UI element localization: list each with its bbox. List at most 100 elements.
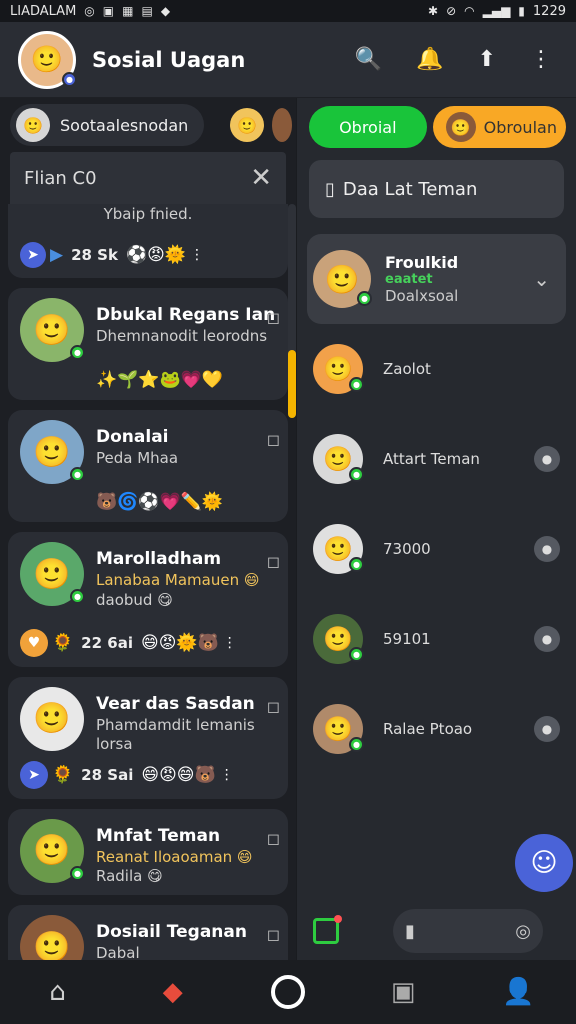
chat-avatar: 🙂 <box>20 686 84 751</box>
chat-subline: lorsa <box>96 734 133 753</box>
send-icon: ➤ <box>20 242 46 269</box>
reaction-count: 28 Sk <box>71 246 118 265</box>
profile-avatar[interactable]: 🙂 ● <box>18 30 77 89</box>
chat-item[interactable]: 🙂 ● Dbukal Regans Ian Dhemnanodit leorodn… <box>8 288 288 401</box>
status-bar: LIADALAM ◎ ▣ ▦ ▤ ◆ ✱ ⊘ ◠ ▂▄▆ ▮ 1229 <box>0 0 576 22</box>
send-icon: ➤ <box>20 760 48 789</box>
chat-preview: Lanabaa Mamauen 😄 <box>96 571 260 590</box>
explore-icon[interactable]: ◆ <box>143 977 203 1007</box>
more-reactions-icon[interactable]: ⋮ <box>190 247 204 263</box>
chat-item[interactable]: 🙂 ● Mnfat Teman Reanat Iloaoaman 😄 Radila… <box>8 808 288 896</box>
chat-avatar: 🙂 ● <box>20 298 85 363</box>
add-friend-icon[interactable]: ● <box>534 536 560 562</box>
online-badge-icon: ● <box>70 589 85 605</box>
reaction-row: ✨🌱⭐🐸💗💛 <box>96 370 224 391</box>
heart-icon: ♥ <box>20 628 48 657</box>
message-icon[interactable]: ◻ <box>267 925 280 944</box>
friend-avatar: 🙂 ● <box>313 614 364 664</box>
image-icon: ▦ <box>122 4 134 18</box>
close-icon[interactable]: ✕ <box>250 163 272 193</box>
online-badge-icon: ● <box>70 345 85 361</box>
message-icon[interactable]: ◻ <box>267 697 280 716</box>
chat-preview: Dabal <box>96 944 140 960</box>
new-chat-fab[interactable]: ☺ <box>515 834 573 892</box>
reaction-row: ➤ ▶ 28 Sk ⚽😡🌞 ⋮ <box>20 242 276 269</box>
story-row: 🙂 Sootaalesnodan 🙂 <box>0 98 296 152</box>
friend-row[interactable]: 🙂 ● 73000 ● <box>297 504 576 594</box>
reaction-count: 22 6ai <box>81 633 133 652</box>
story-chip-label: Sootaalesnodan <box>60 115 189 135</box>
search-icon[interactable]: 🔍 <box>355 47 382 72</box>
media-icon[interactable]: ▮ <box>405 921 415 942</box>
chat-item[interactable]: 🙂 Vear das Sasdan Phamdamdit lemanis lor… <box>8 676 288 799</box>
add-friend-icon[interactable]: ● <box>534 716 560 742</box>
games-icon[interactable]: ▣ <box>373 977 433 1007</box>
reaction-emojis: 😄😡🌞🐻 <box>140 632 219 653</box>
friends-list-button[interactable]: ▯ Daa Lat Teman <box>309 160 564 218</box>
reaction-row: 🐻🌀⚽💗✏️🌞 <box>96 492 224 513</box>
right-bottom-bar: ▮ ◎ <box>297 902 576 960</box>
online-badge-icon: ● <box>349 377 364 392</box>
story-avatar-3[interactable] <box>272 108 293 142</box>
more-icon[interactable]: ⋮ <box>530 47 552 72</box>
tab-obroulan[interactable]: 🙂 Obroulan <box>432 106 566 148</box>
chat-list-panel: 🙂 Sootaalesnodan 🙂 Flian C0 ✕ Ybaip fnie… <box>0 98 296 960</box>
message-icon[interactable]: ◻ <box>267 430 280 449</box>
more-reactions-icon[interactable]: ⋮ <box>220 767 234 783</box>
profile-icon[interactable]: 👤 <box>488 977 548 1007</box>
story-chip[interactable]: 🙂 Sootaalesnodan <box>10 104 205 146</box>
media-pill[interactable]: ▮ ◎ <box>393 909 543 953</box>
reaction-emojis: 😄😡😄🐻 <box>141 764 216 785</box>
chat-avatar: 🙂 <box>20 915 84 960</box>
friend-row[interactable]: 🙂 ● Attart Teman ● <box>297 414 576 504</box>
friend-row[interactable]: 🙂 ● Ralae Ptoao ● <box>297 684 576 774</box>
more-reactions-icon[interactable]: ⋮ <box>223 635 237 651</box>
record-icon[interactable] <box>270 975 305 1009</box>
dot-icon: ◆ <box>160 4 171 18</box>
message-icon[interactable]: ◻ <box>267 308 280 327</box>
friend-avatar: 🙂 ● <box>313 524 364 574</box>
flower-icon: 🌻 <box>52 764 74 785</box>
home-icon[interactable]: ⌂ <box>28 977 88 1007</box>
clock: 1229 <box>532 3 566 19</box>
chat-preview: Reanat Iloaoaman 😄 <box>96 848 253 867</box>
friend-avatar: 🙂 ● <box>313 344 364 394</box>
friend-name: 73000 <box>383 540 431 558</box>
chat-item[interactable]: 🙂 ● Donalai Peda Mhaa ◻ 🐻🌀⚽💗✏️🌞 <box>8 410 288 523</box>
chat-name: Dbukal Regans Ian <box>96 305 276 326</box>
scrollbar[interactable] <box>288 204 296 418</box>
add-friend-icon[interactable]: ● <box>534 626 560 652</box>
reaction-emojis: ⚽😡🌞 <box>125 245 187 266</box>
chevron-down-icon[interactable]: ⌄ <box>533 267 550 291</box>
friend-subline: Doalxsoal <box>385 287 459 305</box>
friend-expanded-item[interactable]: 🙂 ● Froulkid eaatet Doalxsoal ⌄ <box>307 234 566 324</box>
scrollbar-thumb[interactable] <box>288 350 296 418</box>
online-badge-icon: ● <box>349 557 364 572</box>
add-friend-icon[interactable]: ● <box>534 446 560 472</box>
notification-icon[interactable]: 🔔 <box>416 47 443 72</box>
search-field[interactable]: Flian C0 ✕ <box>10 152 286 204</box>
story-avatar-2[interactable]: 🙂 <box>230 108 265 142</box>
friend-row[interactable]: 🙂 ● 59101 ● <box>297 594 576 684</box>
nav-center[interactable] <box>258 975 318 1009</box>
app-header: 🙂 ● Sosial Uagan 🔍 🔔 ⬆ ⋮ <box>0 22 576 98</box>
online-badge-icon: ● <box>349 647 364 662</box>
chat-item[interactable]: Ybaip fnied. ➤ ▶ 28 Sk ⚽😡🌞 ⋮ <box>8 204 288 279</box>
chat-preview: Peda Mhaa <box>96 449 179 468</box>
camera-icon[interactable]: ◎ <box>515 921 531 942</box>
app-badge-icon[interactable] <box>313 915 342 944</box>
friend-avatar: 🙂 ● <box>313 434 364 484</box>
message-icon[interactable]: ◻ <box>267 552 280 571</box>
chat-item[interactable]: 🙂 ● Marolladham Lanabaa Mamauen 😄 daobud … <box>8 532 288 667</box>
chat-item[interactable]: 🙂 Dosiail Teganan Dabal ◻ <box>8 905 288 960</box>
online-badge-icon: ● <box>349 737 364 752</box>
friend-avatar: 🙂 ● <box>313 704 364 754</box>
list-icon: ▯ <box>325 178 335 200</box>
carrier-label: LIADALAM <box>10 3 77 19</box>
reaction-row: ♥ 🌻 22 6ai 😄😡🌞🐻 ⋮ <box>20 628 276 657</box>
upload-icon[interactable]: ⬆ <box>478 47 496 72</box>
friend-row[interactable]: 🙂 ● Zaolot <box>297 324 576 414</box>
message-icon[interactable]: ◻ <box>267 829 280 848</box>
tab-obroial[interactable]: Obroial <box>309 106 427 148</box>
friend-avatar: 🙂 ● <box>313 250 372 308</box>
